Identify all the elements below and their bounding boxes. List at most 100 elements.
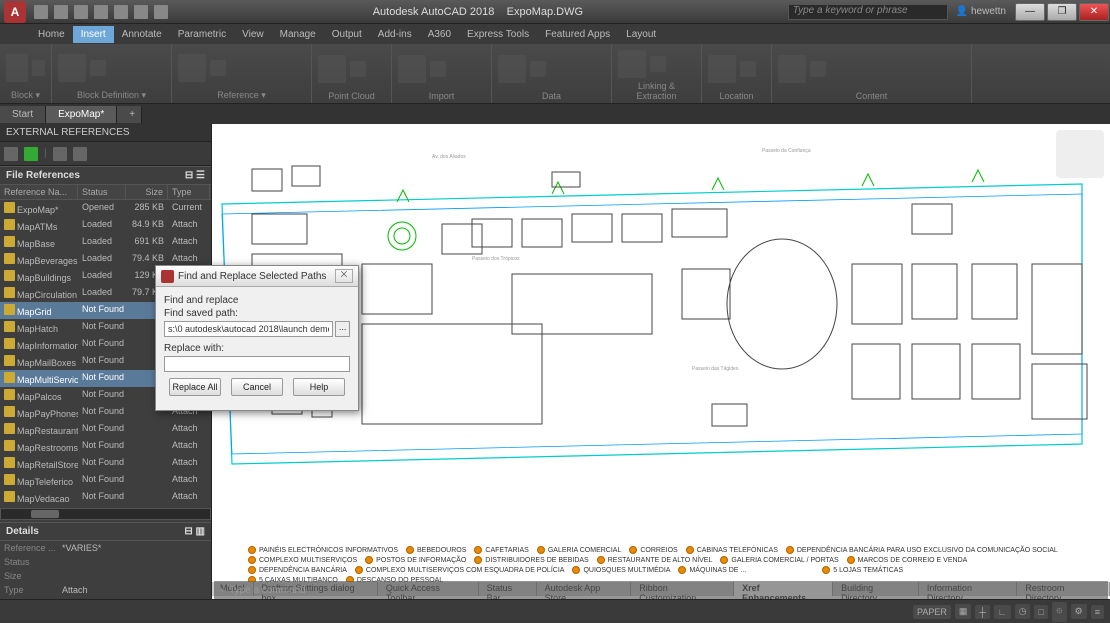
- ribbon-tab-annotate[interactable]: Annotate: [114, 26, 170, 43]
- legend-item: COMPLEXO MULTISERVIÇOS COM ESQUADRA DE P…: [355, 566, 565, 574]
- maximize-button[interactable]: ❐: [1047, 3, 1077, 21]
- saveas-icon[interactable]: [94, 5, 108, 19]
- col-type-header[interactable]: Type: [168, 185, 210, 199]
- ribbon-icon[interactable]: [178, 54, 206, 82]
- ribbon-icon[interactable]: [58, 54, 86, 82]
- ribbon-icon[interactable]: [618, 50, 646, 78]
- ribbon-icon[interactable]: [32, 60, 45, 76]
- ribbon-icon[interactable]: [810, 61, 826, 77]
- customize-icon[interactable]: ≡: [1091, 605, 1104, 619]
- ribbon-icon[interactable]: [398, 55, 426, 83]
- ribbon-tab-featured-apps[interactable]: Featured Apps: [537, 26, 618, 43]
- ribbon-tab-a360[interactable]: A360: [420, 26, 459, 43]
- drawing-tab[interactable]: Start: [0, 106, 46, 123]
- new-drawing-tab-button[interactable]: +: [117, 106, 142, 123]
- ribbon-tab-layout[interactable]: Layout: [618, 26, 664, 43]
- window-controls: — ❐ ✕: [1014, 3, 1110, 21]
- command-line[interactable]: ▸ Type a command: [214, 581, 1108, 599]
- dialog-close-button[interactable]: ⨉: [335, 269, 353, 283]
- ribbon-icon[interactable]: [650, 56, 666, 72]
- xref-row[interactable]: MapBaseLoaded691 KBAttach: [0, 234, 211, 251]
- legend-marker-icon: [686, 546, 694, 554]
- list-view-icon[interactable]: [73, 147, 87, 161]
- xref-icon: [4, 406, 15, 417]
- xref-icon: [4, 321, 15, 332]
- ortho-toggle[interactable]: ∟: [994, 605, 1011, 619]
- col-size-header[interactable]: Size: [126, 185, 168, 199]
- xref-icon: [4, 440, 15, 451]
- snap-toggle[interactable]: ┼: [975, 605, 989, 619]
- ribbon-icon[interactable]: [430, 61, 446, 77]
- ribbon-tab-manage[interactable]: Manage: [272, 26, 324, 43]
- undo-icon[interactable]: [134, 5, 148, 19]
- legend-item: 5 LOJAS TEMÁTICAS: [822, 566, 903, 574]
- ribbon-icon[interactable]: [318, 55, 346, 83]
- minimize-button[interactable]: —: [1015, 3, 1045, 21]
- ribbon-icon[interactable]: [90, 60, 106, 76]
- refresh-icon[interactable]: [24, 147, 38, 161]
- help-button[interactable]: Help: [293, 378, 345, 396]
- close-button[interactable]: ✕: [1079, 3, 1109, 21]
- paper-model-toggle[interactable]: PAPER: [913, 605, 951, 619]
- legend-item: [911, 566, 971, 574]
- ribbon-tab-output[interactable]: Output: [324, 26, 370, 43]
- infocenter-search[interactable]: Type a keyword or phrase: [788, 4, 948, 20]
- find-path-input[interactable]: [164, 321, 333, 337]
- ribbon-tab-add-ins[interactable]: Add-ins: [370, 26, 420, 43]
- ribbon-icon[interactable]: [498, 55, 526, 83]
- xref-row[interactable]: MapRestaurantsNot FoundAttach: [0, 421, 211, 438]
- file-references-header[interactable]: File References⊟ ☰: [0, 166, 211, 185]
- workspace-switch[interactable]: ⚙: [1071, 604, 1087, 619]
- grid-toggle[interactable]: ▦: [955, 604, 972, 619]
- new-icon[interactable]: [34, 5, 48, 19]
- ribbon-tab-insert[interactable]: Insert: [73, 26, 114, 43]
- ribbon-icon[interactable]: [210, 60, 226, 76]
- col-status-header[interactable]: Status: [78, 185, 126, 199]
- ribbon-icon[interactable]: [740, 61, 756, 77]
- replace-all-button[interactable]: Replace All: [169, 378, 221, 396]
- app-logo[interactable]: A: [4, 1, 26, 23]
- refs-h-scrollbar[interactable]: [0, 508, 211, 520]
- legend-marker-icon: [474, 546, 482, 554]
- ribbon-tab-express-tools[interactable]: Express Tools: [459, 26, 537, 43]
- osnap-toggle[interactable]: □: [1034, 605, 1047, 619]
- xref-row[interactable]: MapRestroomsNot FoundAttach: [0, 438, 211, 455]
- legend-marker-icon: [629, 546, 637, 554]
- ribbon-icon[interactable]: [6, 54, 28, 82]
- save-icon[interactable]: [74, 5, 88, 19]
- browse-find-button[interactable]: ...: [335, 321, 350, 337]
- open-icon[interactable]: [54, 5, 68, 19]
- details-header[interactable]: Details⊟ ▥: [0, 522, 211, 541]
- plot-icon[interactable]: [114, 5, 128, 19]
- view-cube[interactable]: [1056, 130, 1104, 178]
- xref-row[interactable]: MapVedacaoNot FoundAttach: [0, 489, 211, 506]
- ribbon-icon[interactable]: [708, 55, 736, 83]
- col-name-header[interactable]: Reference Na...: [0, 185, 78, 199]
- xref-icon: [4, 219, 15, 230]
- annotation-scale[interactable]: ⯐: [1052, 602, 1067, 622]
- attach-dwg-icon[interactable]: [4, 147, 18, 161]
- polar-toggle[interactable]: ◷: [1015, 604, 1031, 619]
- ribbon-icon[interactable]: [778, 55, 806, 83]
- ribbon-group-title: Point Cloud: [318, 91, 385, 101]
- dialog-titlebar[interactable]: Find and Replace Selected Paths ⨉: [156, 266, 358, 287]
- ribbon-tab-home[interactable]: Home: [30, 26, 73, 43]
- xref-row[interactable]: MapRetailStoresNot FoundAttach: [0, 455, 211, 472]
- ribbon-tab-view[interactable]: View: [234, 26, 272, 43]
- redo-icon[interactable]: [154, 5, 168, 19]
- ribbon-tab-parametric[interactable]: Parametric: [170, 26, 234, 43]
- xref-row[interactable]: MapTelefericoNot FoundAttach: [0, 472, 211, 489]
- replace-with-input[interactable]: [164, 356, 350, 372]
- drawing-tab[interactable]: ExpoMap*: [46, 106, 117, 123]
- xref-row[interactable]: ExpoMap*Opened285 KBCurrent: [0, 200, 211, 217]
- xref-icon: [4, 355, 15, 366]
- xref-row[interactable]: MapATMsLoaded84.9 KBAttach: [0, 217, 211, 234]
- tree-view-icon[interactable]: [53, 147, 67, 161]
- user-name[interactable]: 👤 hewettn: [956, 6, 1006, 17]
- svg-text:Passeio dos Trópicos: Passeio dos Trópicos: [472, 256, 520, 262]
- legend-item: [754, 566, 814, 574]
- cancel-button[interactable]: Cancel: [231, 378, 283, 396]
- ribbon-icon[interactable]: [530, 61, 546, 77]
- ribbon-icon[interactable]: [350, 61, 366, 77]
- svg-text:Av. dos Aliados: Av. dos Aliados: [432, 154, 466, 160]
